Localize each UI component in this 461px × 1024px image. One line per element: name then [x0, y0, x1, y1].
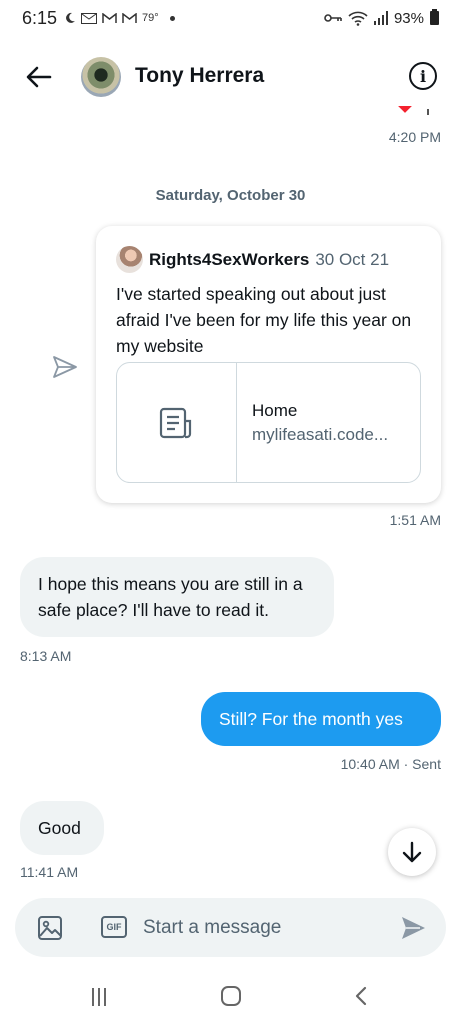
contact-avatar[interactable] [81, 57, 121, 97]
message-timestamp: 4:20 PM [388, 129, 441, 145]
incoming-message-bubble[interactable]: I hope this means you are still in a saf… [20, 557, 334, 637]
home-button[interactable] [221, 986, 241, 1006]
tweet-text: I've started speaking out about just afr… [116, 284, 412, 356]
moon-icon [66, 12, 76, 23]
tweet-author-avatar[interactable] [116, 246, 143, 273]
info-icon: i [419, 66, 427, 86]
message-timestamp: 8:13 AM [20, 648, 72, 664]
gmail-icon [102, 12, 117, 23]
status-time: 6:15 [22, 7, 58, 28]
gif-button[interactable]: GIF [101, 916, 127, 938]
message-timestamp: 11:41 AM [20, 864, 79, 880]
conversation-header: Tony Herrera i [0, 48, 461, 106]
notification-icons: 79° [64, 12, 175, 24]
gmail-icon-2 [122, 12, 137, 23]
system-navigation-bar [0, 970, 461, 1024]
arrow-down-icon [402, 841, 422, 863]
heart-reaction-icon[interactable] [396, 106, 416, 116]
send-icon[interactable] [400, 915, 426, 941]
message-timestamp-status: 10:40 AM · Sent [340, 756, 441, 772]
incoming-message-bubble[interactable]: Good [20, 801, 104, 855]
back-button[interactable] [24, 62, 54, 92]
image-icon[interactable] [37, 915, 63, 941]
recent-apps-button[interactable] [92, 988, 112, 1006]
weather-temperature: 79° [142, 12, 159, 24]
date-separator: Saturday, October 30 [155, 187, 306, 204]
link-url: mylifeasati.code... [252, 425, 389, 444]
message-timestamp: 1:51 AM [389, 512, 441, 528]
wifi-icon [348, 11, 368, 26]
message-input[interactable] [143, 914, 393, 942]
link-thumbnail [117, 363, 237, 482]
info-button[interactable]: i [409, 62, 437, 90]
more-notifications-dot [169, 15, 175, 21]
gif-label: GIF [106, 922, 122, 932]
message-composer: GIF [15, 898, 446, 957]
outgoing-message-bubble[interactable]: Still? For the month yes [201, 692, 441, 746]
message-text: Good [38, 818, 81, 838]
message-text: Still? For the month yes [219, 709, 403, 729]
document-icon [159, 407, 191, 438]
message-text: I hope this means you are still in a saf… [38, 574, 303, 620]
share-tweet-icon[interactable] [52, 354, 78, 380]
shared-tweet-card[interactable]: Rights4SexWorkers 30 Oct 21 I've started… [96, 226, 441, 503]
back-arrow-icon [26, 66, 52, 88]
link-preview-card[interactable]: Home mylifeasati.code... [116, 362, 421, 483]
reaction-mark [427, 109, 429, 115]
tweet-date: 30 Oct 21 [315, 249, 390, 269]
message-icon [81, 12, 98, 24]
system-back-icon[interactable] [354, 986, 368, 1006]
scroll-to-bottom-button[interactable] [388, 828, 436, 876]
status-bar: 6:15 79° 93% [0, 0, 461, 36]
link-title: Home [252, 401, 298, 420]
tweet-author-name[interactable]: Rights4SexWorkers [149, 250, 309, 270]
contact-name[interactable]: Tony Herrera [135, 64, 264, 88]
battery-icon [430, 9, 439, 25]
key-icon [324, 14, 342, 22]
battery-percent: 93% [393, 9, 424, 27]
signal-icon [373, 11, 388, 25]
